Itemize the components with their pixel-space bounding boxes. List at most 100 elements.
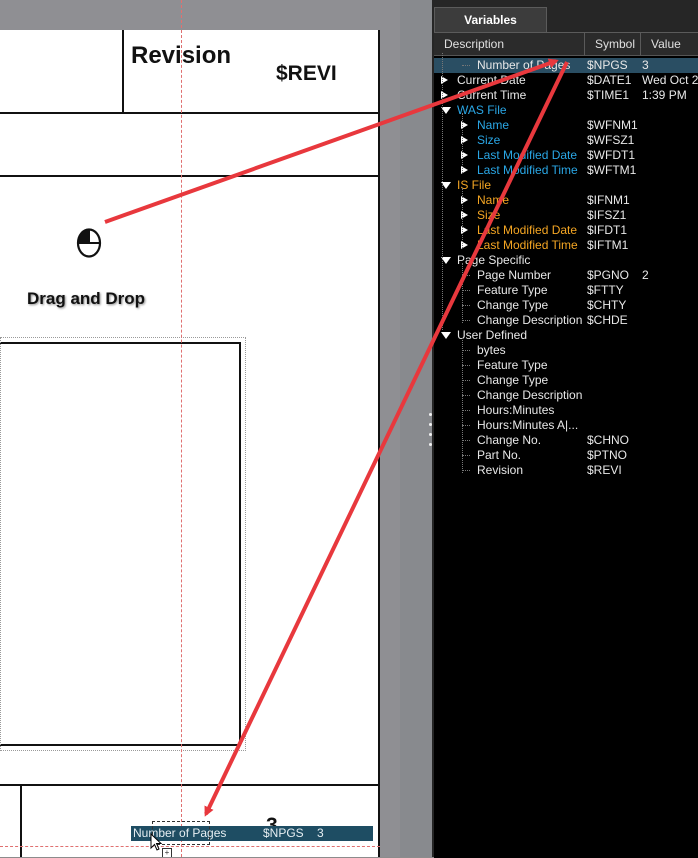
column-value[interactable]: Value bbox=[641, 33, 698, 55]
tree-row[interactable]: Feature Type $FTTY bbox=[434, 283, 698, 298]
tree-row[interactable]: Change Description $CHDE bbox=[434, 313, 698, 328]
tree-connector bbox=[462, 320, 470, 321]
variable-description: Current Date bbox=[457, 73, 526, 87]
variable-description: Change Description bbox=[477, 388, 583, 402]
variable-description: User Defined bbox=[457, 328, 528, 342]
tree-row[interactable]: Change Description bbox=[434, 388, 698, 403]
variable-symbol: $WFTM1 bbox=[587, 163, 637, 177]
tree-connector bbox=[462, 275, 470, 276]
tree-connector bbox=[462, 350, 470, 351]
tree-row[interactable]: Last Modified Time $WFTM1 bbox=[434, 163, 698, 178]
tree-row[interactable]: User Defined bbox=[434, 328, 698, 343]
variable-symbol: $NPGS bbox=[587, 58, 628, 72]
variable-description: Change No. bbox=[477, 433, 542, 447]
document-canvas[interactable]: Revision $REVI Drag and Drop 3 Number of… bbox=[0, 0, 400, 857]
tree-connector bbox=[462, 65, 470, 66]
tree-connector bbox=[462, 263, 463, 323]
variable-description: Name bbox=[477, 118, 510, 132]
variable-value: 2 bbox=[642, 268, 649, 282]
bottom-block-line bbox=[0, 784, 380, 786]
mouse-icon bbox=[76, 228, 102, 258]
tree-row[interactable]: Last Modified Date $IFDT1 bbox=[434, 223, 698, 238]
tree-connector bbox=[462, 455, 470, 456]
tree-row[interactable]: Feature Type bbox=[434, 358, 698, 373]
variable-value: 3 bbox=[642, 58, 649, 72]
tree-row[interactable]: Page Number $PGNO 2 bbox=[434, 268, 698, 283]
tree-row[interactable]: Hours:Minutes bbox=[434, 403, 698, 418]
drag-and-drop-label: Drag and Drop bbox=[27, 289, 146, 308]
tree-row[interactable]: Hours:Minutes A|... bbox=[434, 418, 698, 433]
column-header: Description Symbol Value bbox=[434, 33, 698, 56]
tree-connector bbox=[462, 380, 470, 381]
tree-connector bbox=[462, 113, 463, 173]
variable-description: Size bbox=[477, 133, 501, 147]
column-symbol[interactable]: Symbol bbox=[585, 33, 641, 55]
selection-bounds bbox=[0, 337, 246, 751]
horizontal-guide-line bbox=[0, 846, 380, 847]
tree-row[interactable]: Last Modified Date $WFDT1 bbox=[434, 148, 698, 163]
tree-row[interactable]: bytes bbox=[434, 343, 698, 358]
variable-description: Size bbox=[477, 208, 501, 222]
drag-tooltip-value: 3 bbox=[317, 826, 324, 840]
variable-description: Change Type bbox=[477, 298, 549, 312]
variable-symbol: $IFDT1 bbox=[587, 223, 628, 237]
variable-symbol: $CHDE bbox=[587, 313, 628, 327]
tree-connector bbox=[462, 188, 463, 248]
variable-symbol: $DATE1 bbox=[587, 73, 632, 87]
variable-symbol: $PTNO bbox=[587, 448, 628, 462]
variable-description: Feature Type bbox=[477, 283, 548, 297]
variables-tree[interactable]: Description Symbol Value Number of Pages… bbox=[434, 32, 698, 858]
tree-row[interactable]: Number of Pages $NPGS 3 bbox=[434, 58, 698, 73]
tree-row[interactable]: Part No. $PTNO bbox=[434, 448, 698, 463]
variable-description: Number of Pages bbox=[477, 58, 571, 72]
variable-description: Feature Type bbox=[477, 358, 548, 372]
variable-symbol: $CHTY bbox=[587, 298, 627, 312]
tree-row[interactable]: Name $IFNM1 bbox=[434, 193, 698, 208]
variable-description: Revision bbox=[477, 463, 524, 477]
tree-row[interactable]: Size $WFSZ1 bbox=[434, 133, 698, 148]
tab-variables[interactable]: Variables bbox=[434, 7, 547, 32]
variable-symbol: $CHNO bbox=[587, 433, 630, 447]
tree-row[interactable]: WAS File bbox=[434, 103, 698, 118]
tree-row[interactable]: Current Time $TIME1 1:39 PM bbox=[434, 88, 698, 103]
tree-connector bbox=[462, 425, 470, 426]
tree-connector bbox=[462, 365, 470, 366]
variables-panel: Variables Description Symbol Value Numbe… bbox=[432, 0, 698, 858]
revision-symbol[interactable]: $REVI bbox=[276, 62, 337, 86]
title-block-line bbox=[0, 112, 380, 114]
tree-row[interactable]: Change Type $CHTY bbox=[434, 298, 698, 313]
variable-symbol: $WFNM1 bbox=[587, 118, 638, 132]
tree-row[interactable]: Current Date $DATE1 Wed Oct 2 bbox=[434, 73, 698, 88]
tree-row[interactable]: Last Modified Time $IFTM1 bbox=[434, 238, 698, 253]
drawing-sheet[interactable] bbox=[0, 30, 380, 857]
tree-row[interactable]: Revision $REVI bbox=[434, 463, 698, 478]
variable-description: Hours:Minutes bbox=[477, 403, 555, 417]
variable-description: Part No. bbox=[477, 448, 522, 462]
variable-description: Page Number bbox=[477, 268, 552, 282]
tree-connector bbox=[442, 53, 443, 330]
tree-row[interactable]: Page Specific bbox=[434, 253, 698, 268]
variable-symbol: $PGNO bbox=[587, 268, 630, 282]
variable-value: Wed Oct 2 bbox=[642, 73, 698, 87]
variable-description: Page Specific bbox=[457, 253, 531, 267]
title-block-line bbox=[122, 30, 124, 113]
tree-row[interactable]: IS File bbox=[434, 178, 698, 193]
column-description[interactable]: Description bbox=[434, 33, 585, 55]
variable-description: Change Description bbox=[477, 313, 583, 327]
title-block-line bbox=[0, 175, 380, 177]
variable-description: Last Modified Date bbox=[477, 223, 578, 237]
variable-description: WAS File bbox=[457, 103, 507, 117]
variable-description: Hours:Minutes A|... bbox=[477, 418, 579, 432]
variable-symbol: $IFNM1 bbox=[587, 193, 630, 207]
tree-row[interactable]: Change No. $CHNO bbox=[434, 433, 698, 448]
tree-row[interactable]: Size $IFSZ1 bbox=[434, 208, 698, 223]
variable-symbol: $WFSZ1 bbox=[587, 133, 635, 147]
sheet-right-border bbox=[378, 30, 380, 857]
tree-row[interactable]: Change Type bbox=[434, 373, 698, 388]
tree-connector bbox=[462, 470, 470, 471]
collapse-arrow-icon[interactable] bbox=[441, 332, 451, 339]
tree-row[interactable]: Name $WFNM1 bbox=[434, 118, 698, 133]
variable-symbol: $FTTY bbox=[587, 283, 624, 297]
tree-connector bbox=[462, 290, 470, 291]
panel-splitter[interactable] bbox=[400, 0, 432, 857]
